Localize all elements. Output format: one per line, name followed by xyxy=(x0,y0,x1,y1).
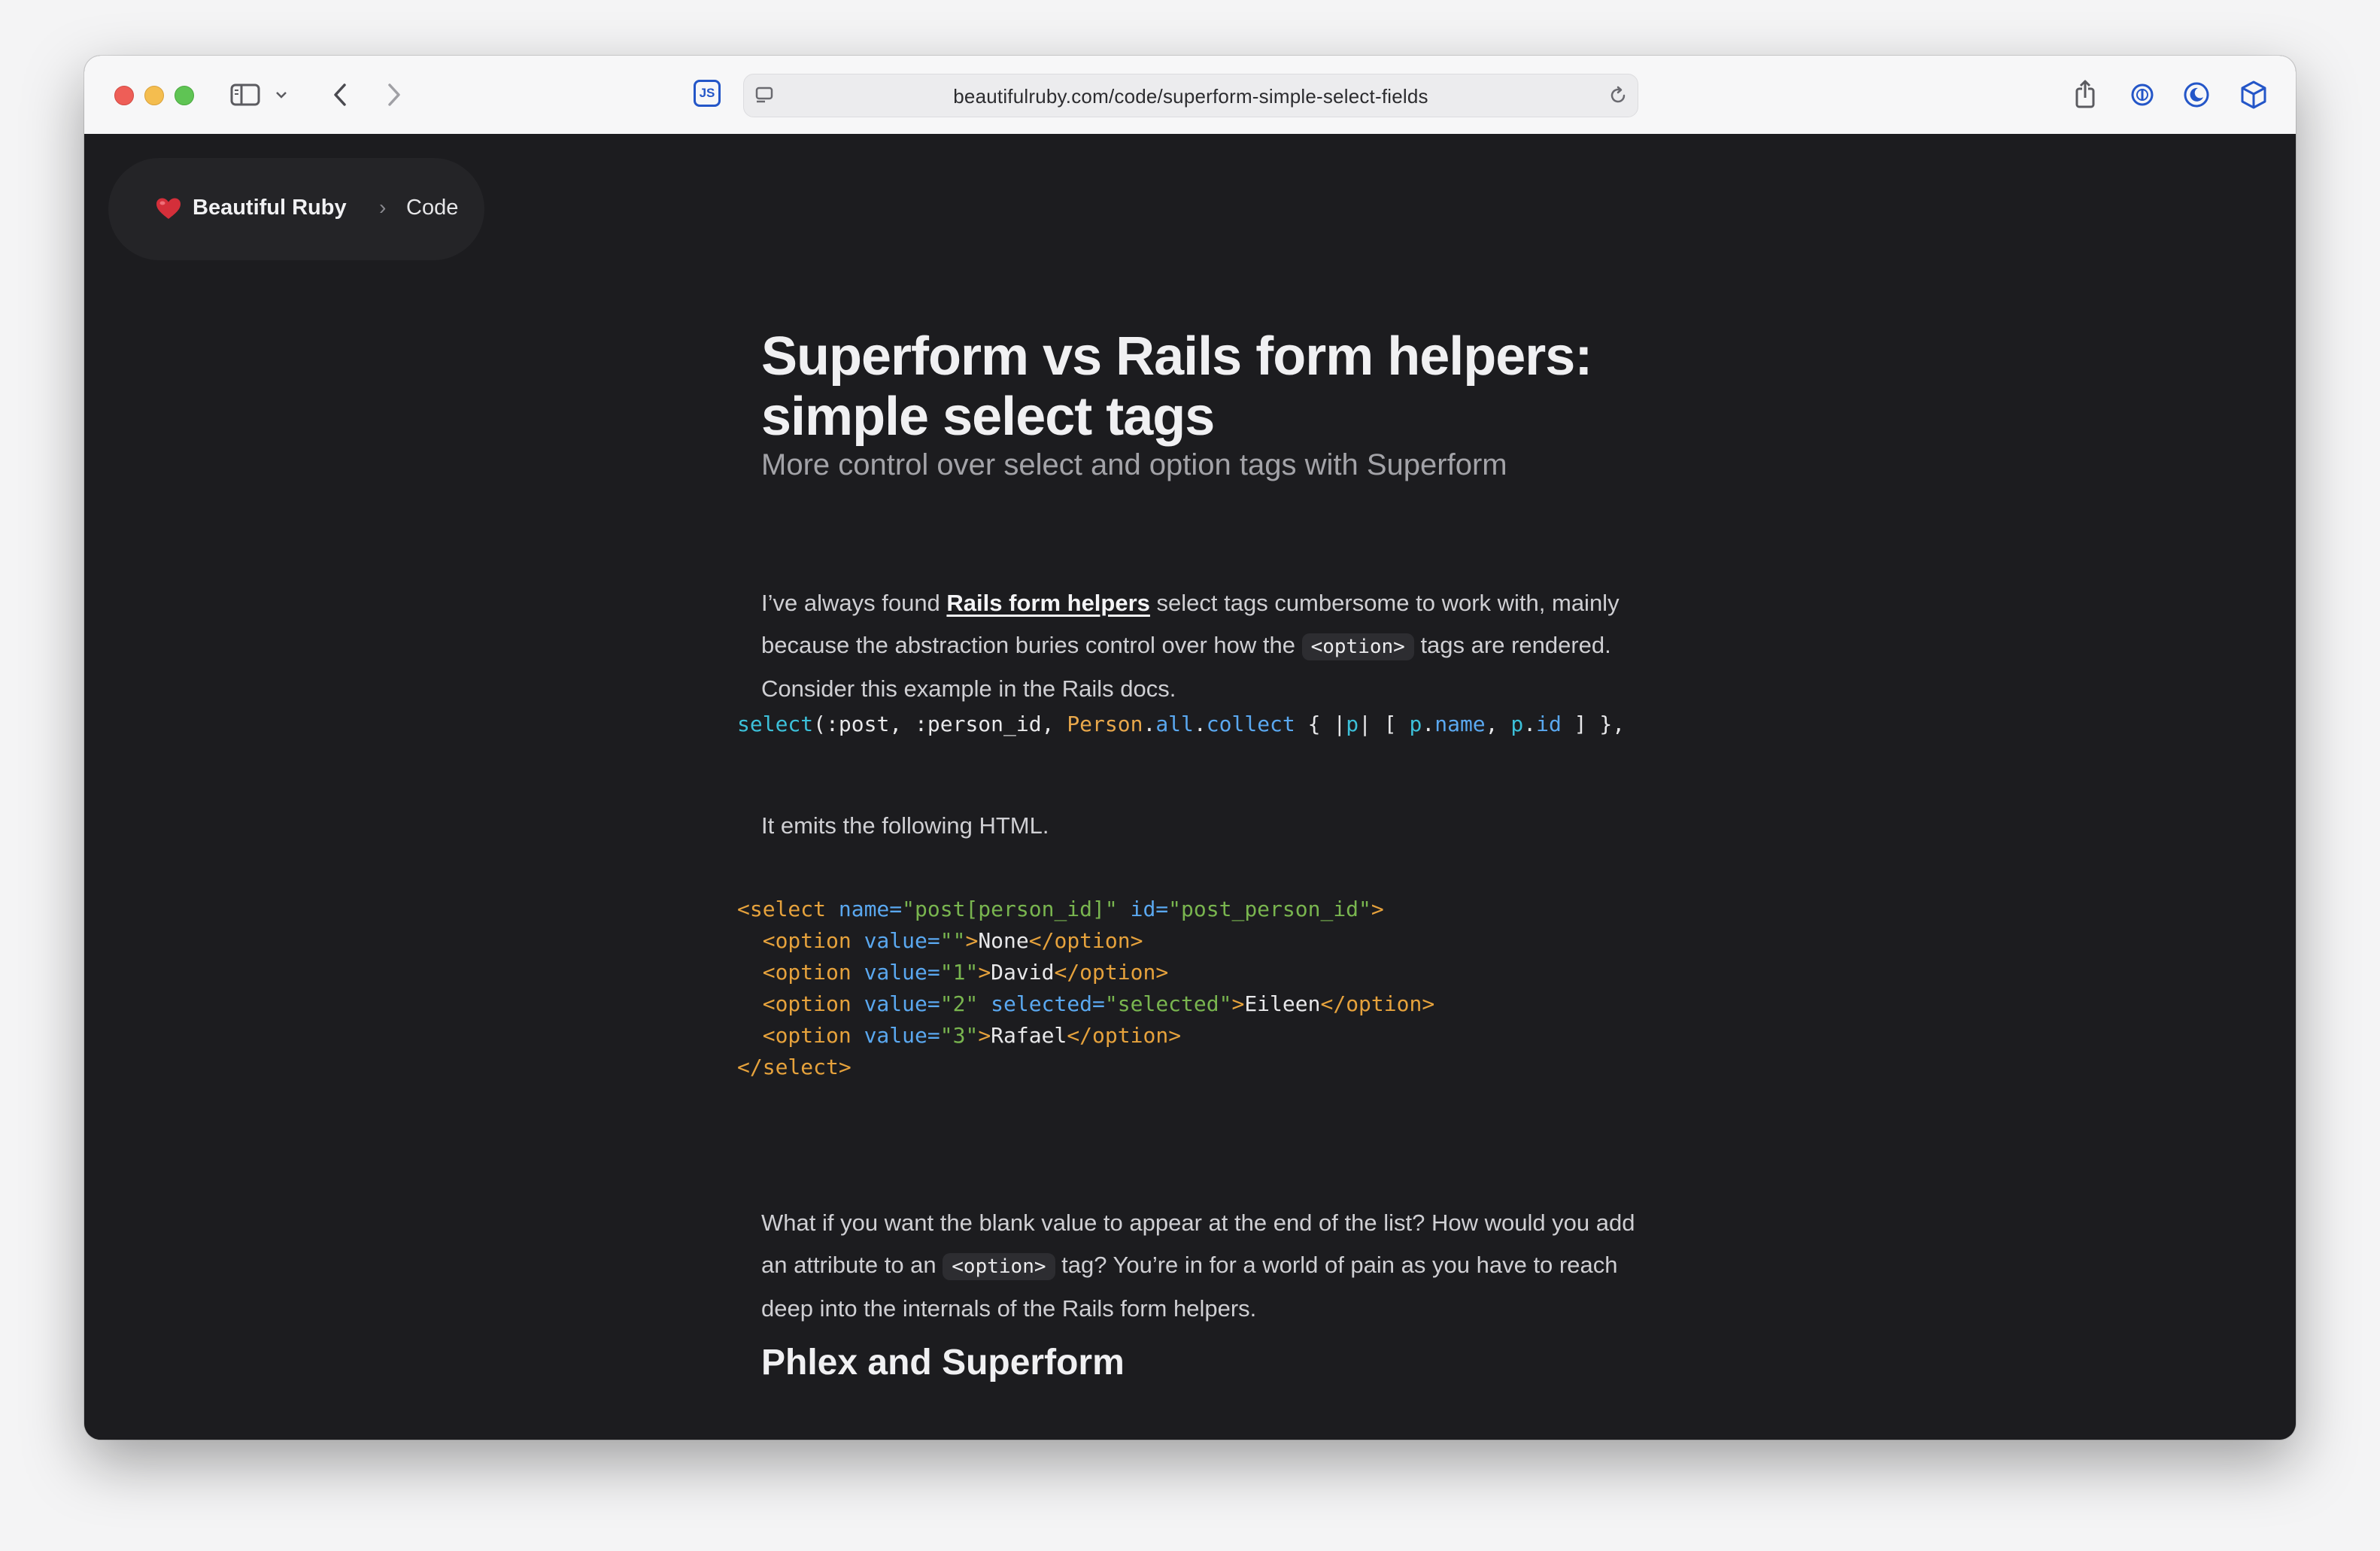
code-token: name= xyxy=(838,897,903,921)
heart-icon xyxy=(155,197,182,225)
code-token: ] }, xyxy=(1561,712,1626,736)
code-token: <option xyxy=(737,991,864,1016)
code-token: David xyxy=(991,960,1055,985)
code-token: value= xyxy=(864,928,940,953)
page-subtitle: More control over select and option tags… xyxy=(761,448,1507,481)
inline-code-option: <option> xyxy=(943,1253,1055,1280)
code-token: > xyxy=(978,1023,991,1048)
code-token: , xyxy=(1485,712,1511,736)
code-token: . xyxy=(1193,712,1207,736)
code-token: Eileen xyxy=(1244,991,1321,1016)
code-token: > xyxy=(978,960,991,985)
code-token: <select xyxy=(737,897,839,921)
code-token: </option> xyxy=(1028,928,1143,953)
code-token: <option xyxy=(737,928,864,953)
breadcrumb-home-link[interactable]: Beautiful Ruby xyxy=(193,196,347,220)
code-token: Person xyxy=(1067,712,1143,736)
page-title: Superform vs Rails form helpers: simple … xyxy=(761,326,1592,447)
close-window-button[interactable] xyxy=(114,86,134,105)
rails-form-helpers-link[interactable]: Rails form helpers xyxy=(946,590,1149,616)
code-token: "2" xyxy=(940,991,979,1016)
intro-paragraph: I’ve always found Rails form helpers sel… xyxy=(761,582,1649,710)
code-token: None xyxy=(978,928,1029,953)
code-token: all xyxy=(1155,712,1194,736)
code-token: Rafael xyxy=(991,1023,1067,1048)
page-content: Beautiful Ruby › Code Superform vs Rails… xyxy=(84,134,2296,1440)
code-token: > xyxy=(1231,991,1245,1016)
browser-window: JS beautifulruby.com/code/superform-simp… xyxy=(84,56,2296,1440)
browser-toolbar: JS beautifulruby.com/code/superform-simp… xyxy=(84,56,2296,135)
breadcrumb: Beautiful Ruby › Code xyxy=(108,158,484,260)
emits-paragraph: It emits the following HTML. xyxy=(761,812,1049,839)
code-token: . xyxy=(1143,712,1156,736)
breadcrumb-separator: › xyxy=(379,196,387,219)
code-token: > xyxy=(965,928,979,953)
question-paragraph: What if you want the blank value to appe… xyxy=(761,1202,1649,1330)
code-block-select-helper: select(:post, :person_id, Person.all.col… xyxy=(737,709,1625,740)
code-token: value= xyxy=(864,991,940,1016)
reload-icon[interactable] xyxy=(1604,82,1632,109)
back-icon[interactable] xyxy=(325,80,355,110)
code-token: value= xyxy=(864,960,940,985)
extension-cube-icon[interactable] xyxy=(2237,78,2270,111)
dark-mode-icon[interactable] xyxy=(2181,80,2212,110)
code-token: . xyxy=(1422,712,1435,736)
intro-text-start: I’ve always found xyxy=(761,590,947,616)
sidebar-icon[interactable] xyxy=(229,80,262,110)
chevron-down-icon[interactable] xyxy=(274,86,289,104)
code-token: > xyxy=(1371,897,1384,921)
code-token: p xyxy=(1510,712,1524,736)
breadcrumb-code-link[interactable]: Code xyxy=(406,196,458,220)
maximize-window-button[interactable] xyxy=(175,86,194,105)
code-token: id= xyxy=(1130,897,1169,921)
code-token: p xyxy=(1346,712,1359,736)
code-token: "selected" xyxy=(1104,991,1232,1016)
code-token: value= xyxy=(864,1023,940,1048)
code-token: select xyxy=(737,712,814,736)
js-extension-icon[interactable]: JS xyxy=(694,80,721,107)
inline-code-option: <option> xyxy=(1301,633,1414,660)
forward-icon[interactable] xyxy=(379,80,409,110)
cut-off-paragraph xyxy=(761,1426,1589,1440)
code-token: "post[person_id]" xyxy=(902,897,1118,921)
code-token: "3" xyxy=(940,1023,979,1048)
minimize-window-button[interactable] xyxy=(144,86,164,105)
code-token: </option> xyxy=(1067,1023,1182,1048)
code-token: name xyxy=(1434,712,1486,736)
code-token: | [ xyxy=(1358,712,1410,736)
code-token: <option xyxy=(737,1023,864,1048)
code-token: (:post, :person_id, xyxy=(813,712,1067,736)
code-token: <option xyxy=(737,960,864,985)
code-token: id xyxy=(1536,712,1562,736)
code-token: selected= xyxy=(991,991,1105,1016)
code-token: . xyxy=(1523,712,1537,736)
password-icon[interactable] xyxy=(2127,80,2157,110)
code-token: "post_person_id" xyxy=(1168,897,1371,921)
url-text: beautifulruby.com/code/superform-simple-… xyxy=(953,85,1428,108)
share-icon[interactable] xyxy=(2070,75,2100,113)
code-token: </option> xyxy=(1054,960,1169,985)
code-token: </select> xyxy=(737,1055,852,1079)
code-block-html-output: <select name="post[person_id]" id="post_… xyxy=(737,894,1434,1083)
code-token: { | xyxy=(1295,712,1346,736)
address-bar[interactable]: beautifulruby.com/code/superform-simple-… xyxy=(743,74,1638,117)
code-token: collect xyxy=(1206,712,1295,736)
code-token: "" xyxy=(940,928,966,953)
code-token: </option> xyxy=(1320,991,1435,1016)
code-token: "1" xyxy=(940,960,979,985)
section-heading: Phlex and Superform xyxy=(761,1343,1125,1383)
code-token: p xyxy=(1409,712,1422,736)
